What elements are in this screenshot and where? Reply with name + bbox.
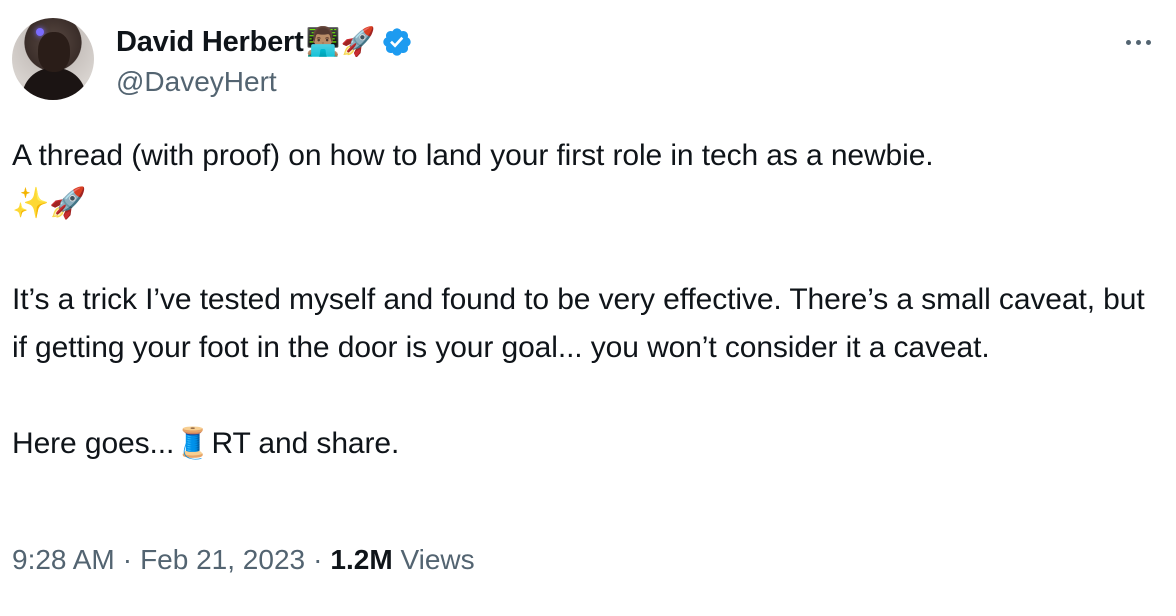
more-horizontal-icon[interactable]	[1118, 32, 1158, 52]
more-dot	[1125, 39, 1131, 45]
views-label: Views	[400, 544, 475, 575]
more-dot	[1145, 39, 1151, 45]
tweet-line-1: A thread (with proof) on how to land you…	[12, 139, 934, 172]
tweet-meta: 9:28 AM · Feb 21, 2023 · 1.2M Views	[12, 544, 475, 576]
verified-badge-icon[interactable]	[381, 26, 413, 58]
para3-text-end: RT and share.	[211, 427, 400, 460]
more-dot	[1135, 39, 1141, 45]
meta-separator: ·	[313, 544, 323, 575]
para3-text-start: Here goes...	[12, 427, 175, 460]
thread-emoji: 🧵	[174, 426, 212, 461]
tweet-date[interactable]: Feb 21, 2023	[140, 544, 305, 576]
tweet-text: A thread (with proof) on how to land you…	[12, 132, 1162, 468]
meta-separator: ·	[122, 544, 133, 575]
author-handle[interactable]: @DaveyHert	[116, 66, 277, 98]
display-name[interactable]: David Herbert	[116, 26, 304, 59]
name-emojis: 👨🏽‍💻🚀	[305, 25, 376, 58]
avatar[interactable]	[12, 18, 94, 100]
name-row: David Herbert 👨🏽‍💻🚀	[116, 22, 413, 62]
views-count: 1.2M	[330, 544, 393, 575]
views[interactable]: 1.2M Views	[330, 544, 474, 576]
tweet-line-2-emojis: ✨🚀	[12, 186, 87, 221]
tweet-time[interactable]: 9:28 AM	[12, 544, 115, 576]
avatar-body	[22, 68, 86, 100]
tweet-paragraph-3: Here goes...🧵RT and share.	[12, 420, 1162, 468]
tweet-paragraph-2: It’s a trick I’ve tested myself and foun…	[12, 283, 1145, 364]
avatar-head	[38, 32, 70, 72]
tweet-header: David Herbert 👨🏽‍💻🚀 @DaveyHert	[12, 18, 1164, 102]
